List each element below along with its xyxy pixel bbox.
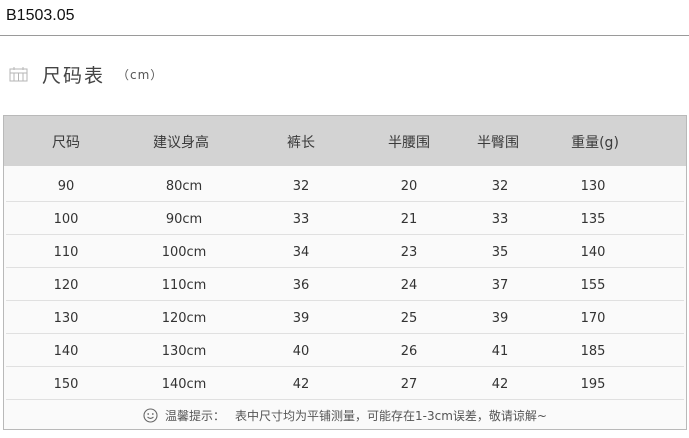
cell-pants-length: 36 — [292, 278, 310, 293]
cell-half-waist: 25 — [400, 311, 418, 326]
cell-pants-length: 32 — [292, 179, 310, 194]
cell-pants-length: 39 — [292, 311, 310, 326]
cell-half-hip: 35 — [491, 245, 509, 260]
header-half-waist: 半腰围 — [388, 135, 430, 151]
cell-weight: 140 — [580, 245, 606, 260]
cell-half-hip: 32 — [491, 179, 509, 194]
smiley-icon — [143, 407, 158, 423]
product-code: B1503.05 — [6, 7, 75, 24]
header-size: 尺码 — [52, 135, 80, 151]
cell-weight: 135 — [580, 212, 606, 227]
cell-pants-length: 42 — [292, 377, 310, 392]
cell-height: 140cm — [161, 377, 207, 392]
cell-half-hip: 39 — [491, 311, 509, 326]
cell-half-hip: 42 — [491, 377, 509, 392]
table-row: 120 110cm 36 24 37 155 — [6, 269, 684, 301]
size-table: 尺码 建议身高 裤长 半腰围 半臀围 重量(g) 90 80cm 32 20 3… — [3, 115, 687, 430]
ruler-icon — [9, 66, 28, 81]
cell-size: 150 — [53, 377, 79, 392]
cell-height: 110cm — [161, 278, 207, 293]
table-row: 130 120cm 39 25 39 170 — [6, 302, 684, 334]
measurement-tip: 温馨提示： 表中尺寸均为平铺测量，可能存在1-3cm误差，敬请谅解~ — [4, 400, 686, 430]
cell-half-hip: 37 — [491, 278, 509, 293]
top-divider — [0, 35, 689, 36]
size-chart-heading: 尺码表 （cm） — [9, 60, 163, 88]
cell-half-waist: 24 — [400, 278, 418, 293]
tip-label: 温馨提示： — [165, 408, 226, 423]
header-height: 建议身高 — [153, 135, 209, 151]
cell-size: 90 — [57, 179, 75, 194]
cell-half-waist: 27 — [400, 377, 418, 392]
cell-height: 80cm — [165, 179, 203, 194]
cell-weight: 155 — [580, 278, 606, 293]
cell-weight: 170 — [580, 311, 606, 326]
table-header: 尺码 建议身高 裤长 半腰围 半臀围 重量(g) — [4, 116, 686, 166]
cell-height: 120cm — [161, 311, 207, 326]
cell-half-waist: 20 — [400, 179, 418, 194]
table-row: 110 100cm 34 23 35 140 — [6, 236, 684, 268]
cell-half-waist: 21 — [400, 212, 418, 227]
cell-height: 130cm — [161, 344, 207, 359]
table-row: 90 80cm 32 20 32 130 — [6, 170, 684, 202]
cell-pants-length: 40 — [292, 344, 310, 359]
cell-height: 90cm — [165, 212, 203, 227]
cell-height: 100cm — [161, 245, 207, 260]
cell-pants-length: 34 — [292, 245, 310, 260]
header-weight: 重量(g) — [571, 135, 619, 151]
cell-size: 110 — [53, 245, 79, 260]
table-row: 100 90cm 33 21 33 135 — [6, 203, 684, 235]
cell-half-waist: 26 — [400, 344, 418, 359]
cell-weight: 185 — [580, 344, 606, 359]
cell-size: 100 — [53, 212, 79, 227]
tip-text: 表中尺寸均为平铺测量，可能存在1-3cm误差，敬请谅解~ — [235, 408, 547, 423]
size-chart-title: 尺码表 — [42, 64, 106, 87]
size-chart-unit: （cm） — [117, 67, 164, 82]
cell-half-hip: 41 — [491, 344, 509, 359]
header-half-hip: 半臀围 — [477, 135, 519, 151]
table-row: 150 140cm 42 27 42 195 — [6, 368, 684, 400]
cell-size: 140 — [53, 344, 79, 359]
table-row: 140 130cm 40 26 41 185 — [6, 335, 684, 367]
cell-size: 130 — [53, 311, 79, 326]
cell-weight: 130 — [580, 179, 606, 194]
cell-half-waist: 23 — [400, 245, 418, 260]
header-pants-length: 裤长 — [287, 135, 315, 151]
cell-half-hip: 33 — [491, 212, 509, 227]
cell-weight: 195 — [580, 377, 606, 392]
cell-pants-length: 33 — [292, 212, 310, 227]
cell-size: 120 — [53, 278, 79, 293]
